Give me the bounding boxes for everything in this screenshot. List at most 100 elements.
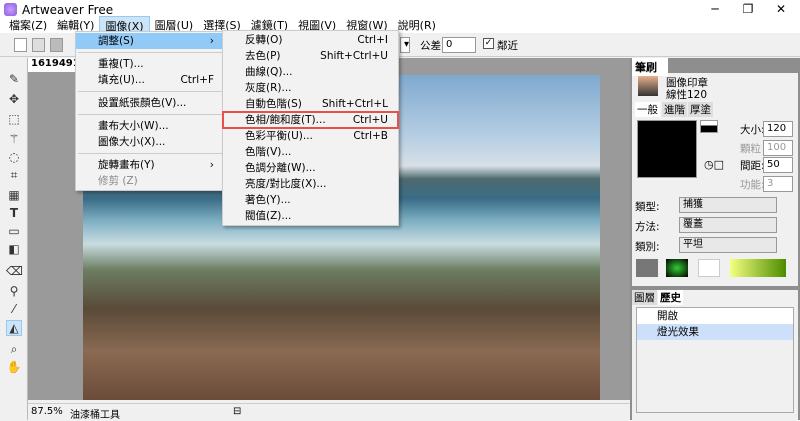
wand-tool-icon[interactable]: ⚚ [6, 132, 22, 148]
zoom-tool-icon[interactable]: ⌕ [6, 342, 22, 358]
tolerance-input[interactable]: 0 [442, 37, 476, 53]
app-title: Artweaver Free [22, 3, 114, 17]
minimize-button[interactable]: ─ [700, 2, 730, 16]
texture-swatch[interactable] [636, 259, 658, 277]
shortcut: Ctrl+I [357, 34, 388, 46]
menu-item-desaturate[interactable]: 去色(P) Shift+Ctrl+U [223, 48, 398, 64]
tab-layers[interactable]: 圖層 [632, 290, 657, 305]
shortcut: Ctrl+U [352, 114, 388, 126]
tolerance-label: 公差: [420, 40, 445, 52]
shortcut: Ctrl+F [180, 74, 214, 86]
label: 色階(V)... [245, 146, 292, 158]
crop-tool-icon[interactable]: ⌗ [6, 168, 22, 184]
save-file-icon[interactable] [50, 38, 63, 52]
brush-shape-preview [637, 120, 697, 178]
timer-icon[interactable]: ◷□ [704, 158, 724, 171]
size-input[interactable]: 120 [763, 121, 793, 137]
submenu-arrow-icon: › [209, 35, 214, 47]
label: 著色(Y)... [245, 194, 291, 206]
submenu-arrow-icon: › [209, 159, 214, 171]
menu-item-duplicate[interactable]: 重複(T)... [76, 56, 224, 72]
menu-item-brightness-contrast[interactable]: 亮度/對比度(X)... [223, 176, 398, 192]
menu-item-grayscale[interactable]: 灰度(R)... [223, 80, 398, 96]
label: 色調分離(W)... [245, 162, 316, 174]
pattern-swatch[interactable] [666, 259, 688, 277]
label: 設置紙張顏色(V)... [98, 97, 187, 109]
label: 色彩平衡(U)... [245, 130, 313, 142]
history-list: 開啟 燈光效果 [636, 307, 794, 413]
menu-item-adjust[interactable]: 調整(S) › [76, 33, 224, 49]
label: 填充(U)... [98, 74, 145, 86]
menu-item-invert[interactable]: 反轉(O) Ctrl+I [223, 32, 398, 48]
type-select[interactable]: 捕獲 [679, 197, 777, 213]
spacing-input[interactable]: 50 [763, 157, 793, 173]
tab-impasto[interactable]: 厚塗 [688, 102, 713, 117]
menu-item-hue-saturation[interactable]: 色相/飽和度(T)... Ctrl+U [222, 111, 399, 129]
method-select[interactable]: 覆蓋 [679, 217, 777, 233]
label: 灰度(R)... [245, 82, 292, 94]
tab-general[interactable]: 一般 [635, 102, 660, 117]
paint-bucket-tool-icon[interactable]: ◭ [6, 320, 22, 336]
menu-item-colorize[interactable]: 著色(Y)... [223, 192, 398, 208]
menu-file[interactable]: 檔案(Z) [4, 16, 52, 33]
eraser-tool-icon[interactable]: ⌫ [6, 264, 23, 280]
spacing-label: 間距: [740, 160, 765, 172]
retouch-tool-icon[interactable]: ▦ [6, 188, 22, 204]
zoom-level: 87.5% [31, 406, 63, 417]
menu-item-levels[interactable]: 色階(V)... [223, 144, 398, 160]
menu-item-rotate-canvas[interactable]: 旋轉畫布(Y) › [76, 157, 224, 173]
status-icon: ⊟ [233, 406, 242, 417]
prev-dropdown-arrow[interactable]: ▾ [400, 37, 410, 53]
open-file-icon[interactable] [32, 38, 45, 52]
method-label: 方法: [635, 221, 660, 233]
menu-item-curves[interactable]: 曲線(Q)... [223, 64, 398, 80]
hand-tool-icon[interactable]: ✋ [6, 360, 22, 376]
gradient-swatch[interactable] [730, 259, 786, 277]
menu-item-paper-color[interactable]: 設置紙張顏色(V)... [76, 95, 224, 111]
gradient-tool-icon[interactable]: ◧ [6, 242, 22, 258]
close-button[interactable]: ✕ [766, 2, 796, 16]
label: 重複(T)... [98, 58, 144, 70]
menu-item-auto-levels[interactable]: 自動色階(S) Shift+Ctrl+L [223, 96, 398, 112]
shortcut: Ctrl+B [353, 130, 388, 142]
text-tool-icon[interactable]: T [6, 206, 22, 222]
app-logo-icon [4, 3, 17, 16]
brush-preset-icon[interactable] [638, 76, 658, 96]
new-file-icon[interactable] [14, 38, 27, 52]
menu-item-posterize[interactable]: 色調分離(W)... [223, 160, 398, 176]
right-panel: 筆刷 圖像印章 線性120 一般 進階 厚塗 ◷□ 大小: 120 顆粒 100… [630, 58, 800, 420]
adjacent-label: 鄰近 [497, 40, 518, 52]
tab-advanced[interactable]: 進階 [662, 102, 687, 117]
history-panel: 圖層 歷史 開啟 燈光效果 [632, 290, 798, 420]
brush-swatch[interactable] [698, 259, 720, 277]
history-item[interactable]: 燈光效果 [637, 324, 793, 340]
menu-item-color-balance[interactable]: 色彩平衡(U)... Ctrl+B [223, 128, 398, 144]
grain-input[interactable]: 100 [763, 140, 793, 156]
lasso-tool-icon[interactable]: ◌ [6, 150, 22, 166]
restore-button[interactable]: ❐ [733, 2, 763, 16]
menu-item-fill[interactable]: 填充(U)... Ctrl+F [76, 72, 224, 88]
kind-select[interactable]: 平坦 [679, 237, 777, 253]
eyedropper-tool-icon[interactable]: ⁄ [6, 302, 22, 318]
status-bar: 87.5% 油漆桶工具 ⊟ [28, 403, 630, 421]
brush-preset: 線性120 [666, 89, 708, 101]
brush-tool-icon[interactable]: ✎ [6, 72, 22, 88]
tab-history[interactable]: 歷史 [658, 290, 683, 305]
menu-item-threshold[interactable]: 閥值(Z)... [223, 208, 398, 224]
label: 調整(S) [98, 35, 134, 47]
function-label: 功能: [740, 179, 765, 191]
menu-help[interactable]: 說明(R) [393, 16, 441, 33]
label: 色相/飽和度(T)... [245, 114, 326, 126]
menu-item-image-size[interactable]: 圖像大小(X)... [76, 134, 224, 150]
adjust-submenu: 反轉(O) Ctrl+I 去色(P) Shift+Ctrl+U 曲線(Q)... 灰… [222, 30, 399, 226]
function-input[interactable]: 3 [763, 176, 793, 192]
history-item[interactable]: 開啟 [637, 308, 793, 324]
stamp-tool-icon[interactable]: ⚲ [6, 284, 22, 300]
brush-panel-title: 筆刷 [632, 58, 668, 76]
brush-profile-icon[interactable] [700, 120, 718, 133]
menu-item-canvas-size[interactable]: 畫布大小(W)... [76, 118, 224, 134]
select-tool-icon[interactable]: ⬚ [6, 112, 22, 128]
shape-tool-icon[interactable]: ▭ [6, 224, 22, 240]
move-tool-icon[interactable]: ✥ [6, 92, 22, 108]
adjacent-checkbox[interactable]: ✓ [483, 38, 494, 49]
